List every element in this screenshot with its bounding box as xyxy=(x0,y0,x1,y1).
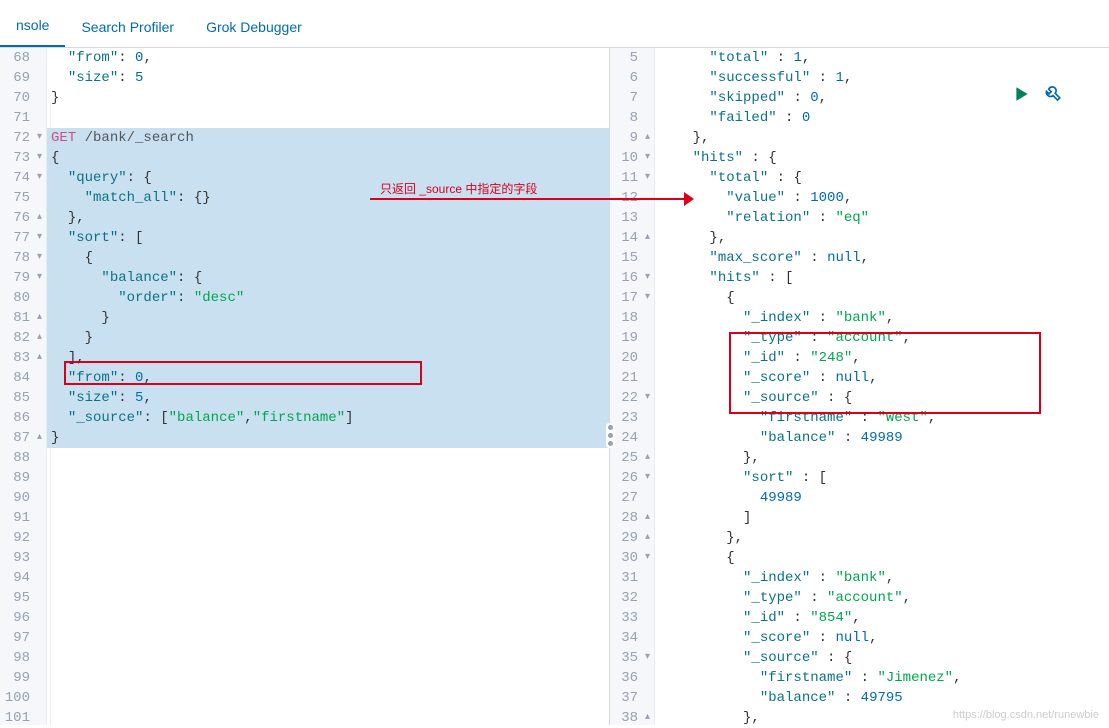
tab-search-profiler[interactable]: Search Profiler xyxy=(65,7,190,47)
wrench-icon[interactable] xyxy=(1043,85,1061,106)
response-viewer[interactable]: "total" : 1, "successful" : 1, "skipped"… xyxy=(655,48,1109,725)
request-editor-panel: 68 69 70 71 72▾ 73▾ 74▾ 75 76▴ 77▾ 78▾ 7… xyxy=(0,48,609,725)
request-editor[interactable]: "from": 0, "size": 5}GET /bank/_search{ … xyxy=(47,48,609,725)
play-icon[interactable] xyxy=(1013,85,1031,106)
panel-divider[interactable] xyxy=(609,48,610,725)
line-gutter-left: 68 69 70 71 72▾ 73▾ 74▾ 75 76▴ 77▾ 78▾ 7… xyxy=(0,48,47,725)
watermark: https://blog.csdn.net/runewbie xyxy=(953,709,1099,721)
tab-console[interactable]: nsole xyxy=(0,5,65,47)
line-gutter-right: 5 6 7 8 9▴ 10▾ 11▾ 12 13 14▴ 15 16▾ 17▾ … xyxy=(610,48,655,725)
dev-tools-tabs: nsole Search Profiler Grok Debugger xyxy=(0,0,1109,48)
drag-handle-icon[interactable] xyxy=(606,423,615,448)
response-panel: 5 6 7 8 9▴ 10▾ 11▾ 12 13 14▴ 15 16▾ 17▾ … xyxy=(610,48,1109,725)
tab-grok-debugger[interactable]: Grok Debugger xyxy=(190,7,318,47)
